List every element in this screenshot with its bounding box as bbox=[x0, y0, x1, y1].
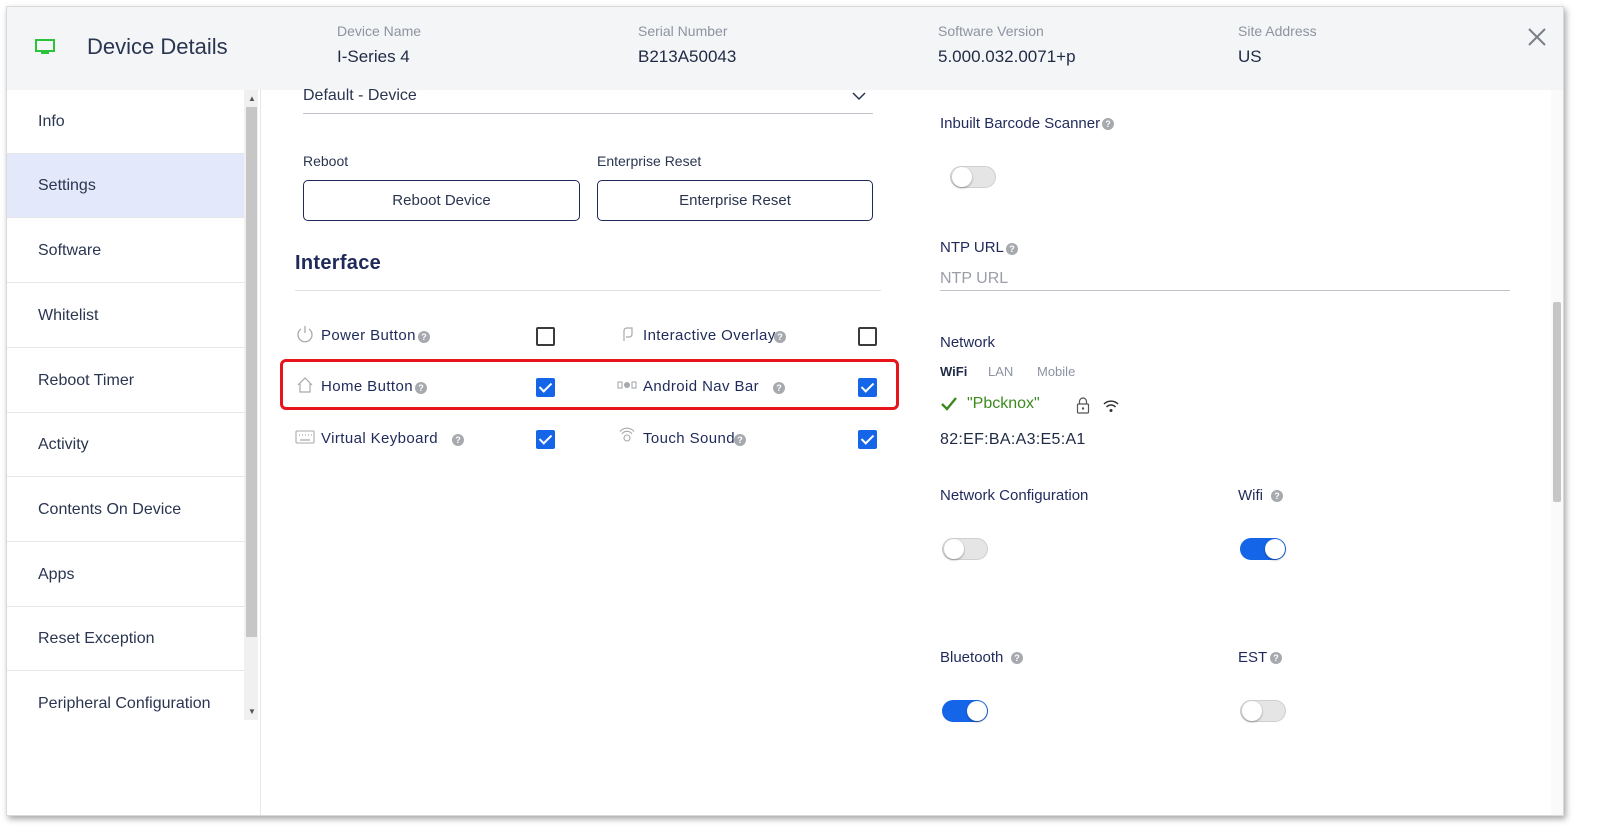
serial-number-label: Serial Number bbox=[638, 23, 728, 39]
sidebar-item-apps[interactable]: Apps bbox=[7, 543, 244, 607]
scroll-up-icon[interactable]: ▲ bbox=[247, 94, 257, 103]
wifi-signal-icon bbox=[1103, 400, 1119, 412]
virtual-keyboard-checkbox[interactable] bbox=[536, 430, 555, 449]
software-version-label: Software Version bbox=[938, 23, 1044, 39]
touch-sound-checkbox[interactable] bbox=[858, 430, 877, 449]
sidebar-divider bbox=[260, 90, 261, 815]
toggle-knob bbox=[944, 539, 964, 559]
help-icon[interactable]: ? bbox=[734, 434, 746, 446]
sidebar-item-activity[interactable]: Activity bbox=[7, 413, 244, 477]
serial-number-value: B213A50043 bbox=[638, 47, 737, 66]
bluetooth-label: Bluetooth bbox=[940, 649, 1004, 666]
help-icon[interactable]: ? bbox=[418, 331, 430, 343]
touch-sound-icon bbox=[619, 427, 635, 442]
interactive-overlay-label: Interactive Overlay bbox=[643, 327, 776, 344]
chevron-down-icon[interactable] bbox=[852, 91, 866, 101]
bluetooth-toggle[interactable] bbox=[942, 700, 988, 722]
sidebar-item-software[interactable]: Software bbox=[7, 219, 244, 283]
wifi-ssid: "Pbcknox" bbox=[967, 395, 1040, 412]
power-button-checkbox[interactable] bbox=[536, 327, 555, 346]
scroll-down-icon[interactable]: ▼ bbox=[247, 707, 257, 716]
sidebar-item-whitelist[interactable]: Whitelist bbox=[7, 284, 244, 348]
software-version-field: Software Version 5.000.032.0071+p bbox=[938, 23, 1076, 67]
help-icon[interactable]: ? bbox=[1102, 118, 1114, 130]
toggle-knob bbox=[1265, 539, 1285, 559]
page-title: Device Details bbox=[87, 34, 228, 59]
interactive-overlay-checkbox[interactable] bbox=[858, 327, 877, 346]
wifi-toggle[interactable] bbox=[1240, 538, 1286, 560]
reboot-label: Reboot bbox=[303, 153, 349, 169]
network-label: Network bbox=[940, 334, 996, 351]
help-icon[interactable]: ? bbox=[773, 382, 785, 394]
close-icon[interactable] bbox=[1525, 25, 1549, 49]
power-button-label: Power Button bbox=[321, 327, 416, 344]
monitor-icon bbox=[35, 39, 55, 54]
home-button-checkbox[interactable] bbox=[536, 378, 555, 397]
enterprise-reset-button[interactable]: Enterprise Reset bbox=[597, 180, 873, 221]
toggle-knob bbox=[952, 167, 972, 187]
nav-bar-icon bbox=[617, 381, 637, 389]
check-icon bbox=[941, 397, 957, 411]
android-nav-bar-checkbox[interactable] bbox=[858, 378, 877, 397]
header: Device Details Device Name I-Series 4 Se… bbox=[7, 7, 1563, 90]
est-label: EST bbox=[1238, 649, 1268, 666]
device-name-value: I-Series 4 bbox=[337, 47, 410, 66]
help-icon[interactable]: ? bbox=[1006, 243, 1018, 255]
overlay-icon bbox=[623, 327, 633, 341]
help-icon[interactable]: ? bbox=[1271, 490, 1283, 502]
home-button-label: Home Button bbox=[321, 378, 413, 395]
sidebar-item-peripheral-configuration[interactable]: Peripheral Configuration bbox=[7, 672, 244, 736]
device-name-field: Device Name I-Series 4 bbox=[337, 23, 421, 67]
help-icon[interactable]: ? bbox=[415, 382, 427, 394]
sidebar-item-reset-exception[interactable]: Reset Exception bbox=[7, 607, 244, 671]
tab-lan[interactable]: LAN bbox=[988, 364, 1013, 379]
est-toggle[interactable] bbox=[1240, 700, 1286, 722]
help-icon[interactable]: ? bbox=[452, 434, 464, 446]
toggle-knob bbox=[1242, 701, 1262, 721]
interface-section-divider bbox=[295, 290, 881, 291]
site-address-field: Site Address US bbox=[1238, 23, 1317, 67]
keyboard-icon bbox=[295, 430, 315, 444]
network-configuration-toggle[interactable] bbox=[942, 538, 988, 560]
mac-address: 82:EF:BA:A3:E5:A1 bbox=[940, 431, 1086, 448]
software-version-value: 5.000.032.0071+p bbox=[938, 47, 1076, 66]
serial-number-field: Serial Number B213A50043 bbox=[638, 23, 736, 67]
help-icon[interactable]: ? bbox=[774, 331, 786, 343]
home-icon bbox=[297, 377, 313, 393]
network-configuration-label: Network Configuration bbox=[940, 487, 1089, 504]
content-scrollbar-thumb[interactable] bbox=[1553, 302, 1561, 502]
sidebar-item-info[interactable]: Info bbox=[7, 90, 244, 154]
sidebar-item-settings[interactable]: Settings bbox=[7, 154, 244, 218]
profile-select-underline bbox=[303, 113, 873, 114]
touch-sound-label: Touch Sound bbox=[643, 430, 735, 447]
help-icon[interactable]: ? bbox=[1270, 652, 1282, 664]
reboot-device-button[interactable]: Reboot Device bbox=[303, 180, 580, 221]
ntp-url-label: NTP URL bbox=[940, 239, 1004, 256]
site-address-value: US bbox=[1238, 47, 1262, 66]
site-address-label: Site Address bbox=[1238, 23, 1317, 39]
profile-select-value[interactable]: Default - Device bbox=[303, 87, 417, 105]
ntp-url-input[interactable] bbox=[940, 267, 1510, 291]
android-nav-bar-label: Android Nav Bar bbox=[643, 378, 760, 395]
barcode-scanner-toggle[interactable] bbox=[950, 166, 996, 188]
tab-mobile[interactable]: Mobile bbox=[1037, 364, 1075, 379]
enterprise-reset-label: Enterprise Reset bbox=[597, 153, 702, 169]
wifi-label: Wifi bbox=[1238, 487, 1263, 504]
power-icon bbox=[297, 326, 313, 343]
help-icon[interactable]: ? bbox=[1011, 652, 1023, 664]
device-details-window: Device Details Device Name I-Series 4 Se… bbox=[6, 6, 1564, 816]
toggle-knob bbox=[967, 701, 987, 721]
sidebar-item-reboot-timer[interactable]: Reboot Timer bbox=[7, 349, 244, 413]
sidebar: Info Settings Software Whitelist Reboot … bbox=[7, 90, 244, 815]
sidebar-scrollbar-thumb[interactable] bbox=[246, 107, 257, 637]
sidebar-item-contents-on-device[interactable]: Contents On Device bbox=[7, 478, 244, 542]
virtual-keyboard-label: Virtual Keyboard bbox=[321, 430, 439, 447]
barcode-scanner-label: Inbuilt Barcode Scanner bbox=[940, 115, 1101, 132]
device-name-label: Device Name bbox=[337, 23, 422, 39]
tab-wifi[interactable]: WiFi bbox=[940, 364, 967, 379]
lock-icon bbox=[1076, 397, 1090, 414]
interface-section-title: Interface bbox=[295, 252, 382, 274]
